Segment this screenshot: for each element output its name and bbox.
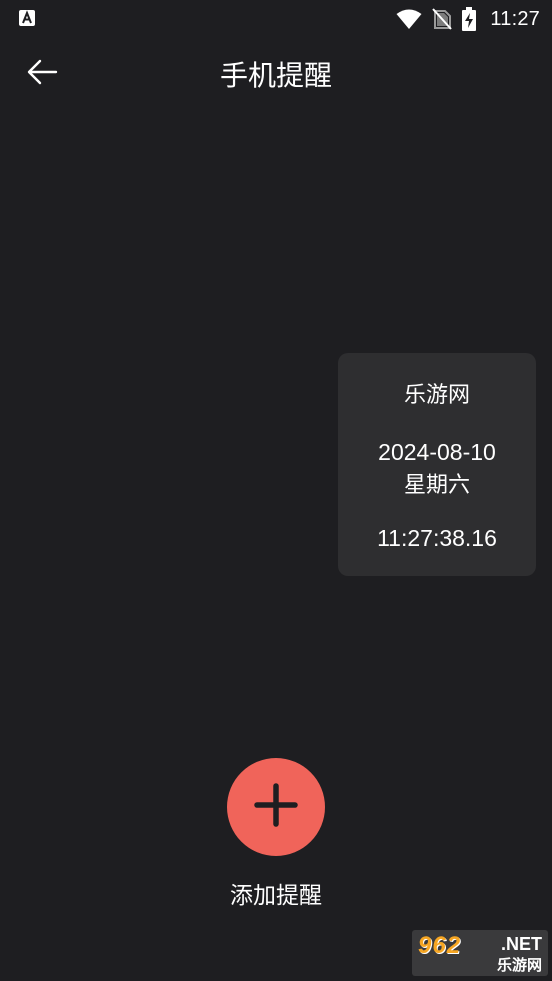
battery-charging-icon (462, 7, 477, 31)
status-icons: 11:27 (396, 0, 540, 38)
clock-card-time: 11:27:38.16 (377, 525, 497, 551)
clock-card-date: 2024-08-10 (378, 439, 496, 465)
wifi-icon (396, 8, 422, 30)
text-a-icon (18, 9, 36, 27)
add-reminder-button[interactable] (227, 758, 325, 856)
app-bar: 手机提醒 (0, 38, 552, 110)
watermark-cn: 乐游网 (496, 956, 542, 974)
page-title: 手机提醒 (219, 59, 332, 92)
no-sim-icon (432, 8, 453, 30)
watermark-net: .NET (500, 934, 542, 954)
add-reminder-label: 添加提醒 (230, 883, 322, 909)
status-time: 11:27 (490, 7, 540, 30)
watermark-logo: 962 .NET 乐游网 (412, 930, 548, 976)
clock-card: 乐游网 2024-08-10 星期六 11:27:38.16 (338, 353, 536, 576)
clock-card-weekday: 星期六 (403, 473, 470, 498)
watermark-number: 962 (418, 932, 462, 959)
plus-icon (252, 781, 300, 833)
status-bar: 11:27 (0, 0, 552, 38)
clock-card-brand: 乐游网 (403, 383, 470, 408)
